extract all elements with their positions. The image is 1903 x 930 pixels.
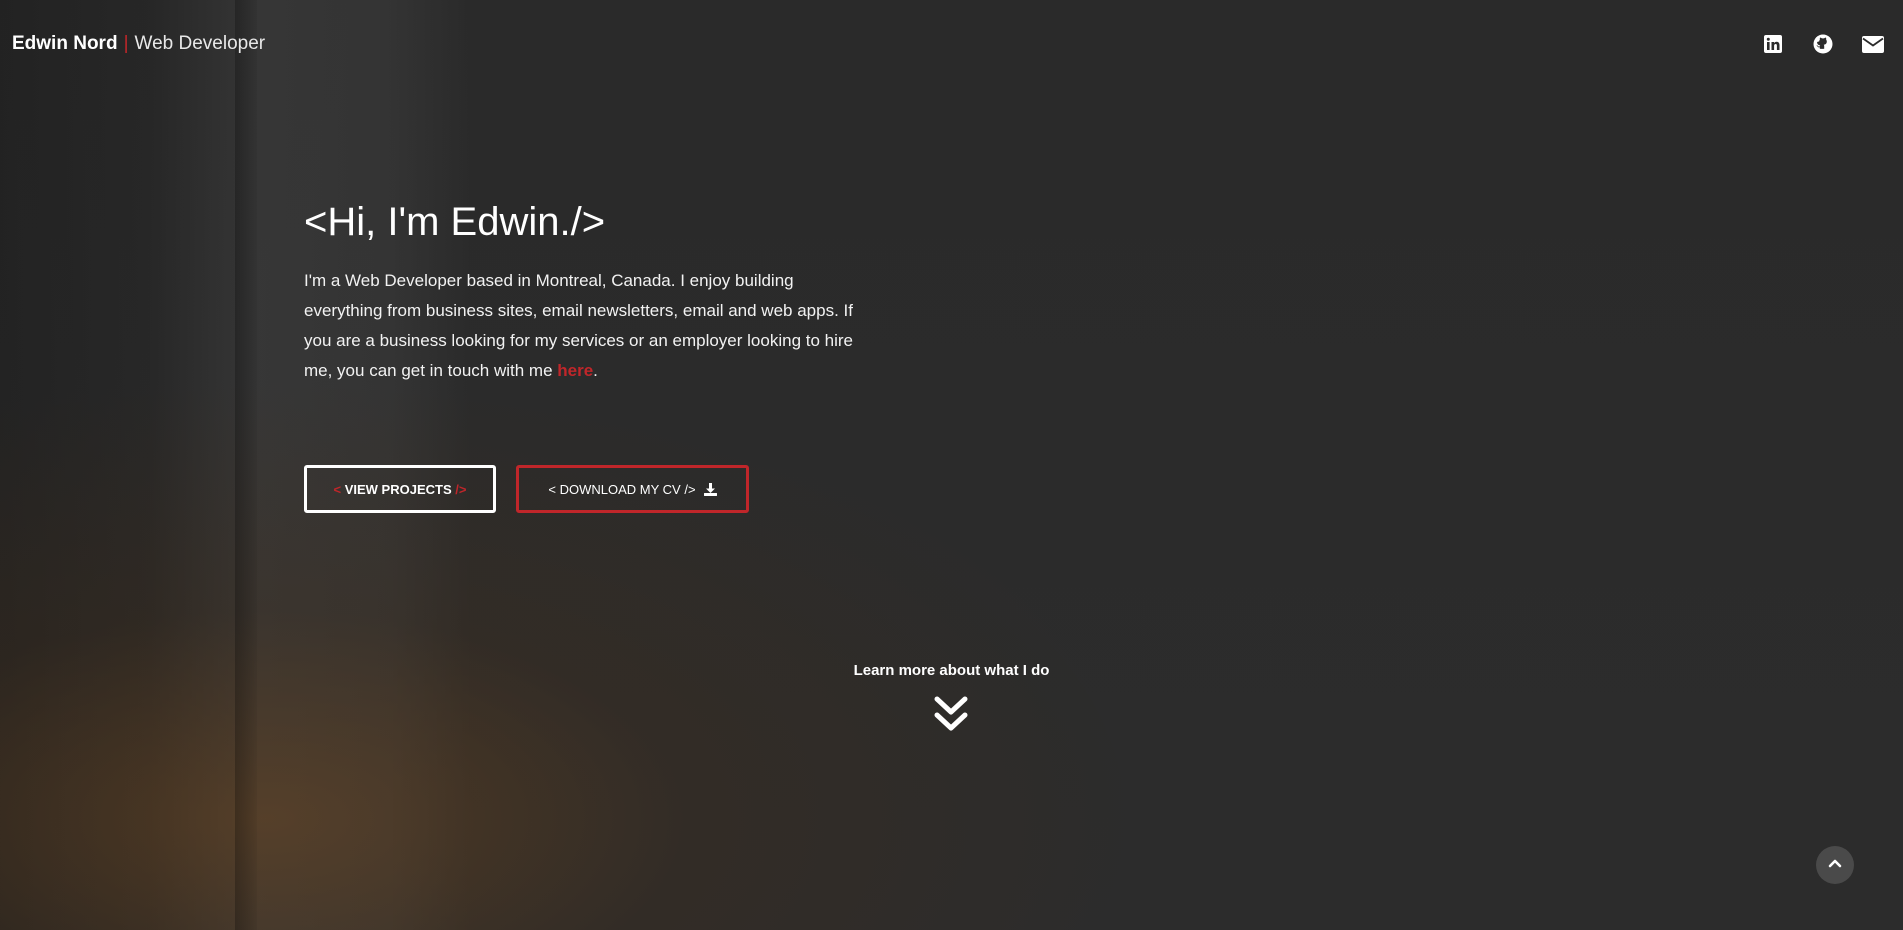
brand[interactable]: Edwin Nord | Web Developer [12,33,265,55]
view-projects-button[interactable]: < VIEW PROJECTS /> [304,465,496,513]
contact-link[interactable]: here [557,361,593,380]
hero: <Hi, I'm Edwin./> I'm a Web Developer ba… [304,198,864,386]
bracket-open: < [333,481,342,497]
site-header: Edwin Nord | Web Developer [0,0,1903,88]
brand-role: Web Developer [134,33,266,54]
background-stripe [235,0,257,930]
hero-intro: I'm a Web Developer based in Montreal, C… [304,266,864,386]
social-links [1761,32,1885,56]
brand-name: Edwin Nord [12,33,118,54]
chevron-up-icon [1827,856,1843,874]
envelope-icon[interactable] [1861,32,1885,56]
scroll-to-top-button[interactable] [1816,846,1854,884]
double-chevron-down-icon[interactable] [932,695,970,735]
view-projects-label: VIEW PROJECTS [344,481,452,497]
download-cv-button[interactable]: < DOWNLOAD MY CV /> [516,465,749,513]
download-icon [703,482,717,496]
github-icon[interactable] [1811,32,1835,56]
brand-separator: | [123,33,129,54]
intro-end: . [593,361,598,380]
bracket-close: /> [455,481,467,497]
hero-title: <Hi, I'm Edwin./> [304,200,606,244]
hero-buttons: < VIEW PROJECTS /> < DOWNLOAD MY CV /> [304,465,749,513]
background [0,0,1903,930]
linkedin-icon[interactable] [1761,32,1785,56]
learn-more-text: Learn more about what I do [853,662,1050,679]
download-cv-label: < DOWNLOAD MY CV /> [548,481,696,497]
